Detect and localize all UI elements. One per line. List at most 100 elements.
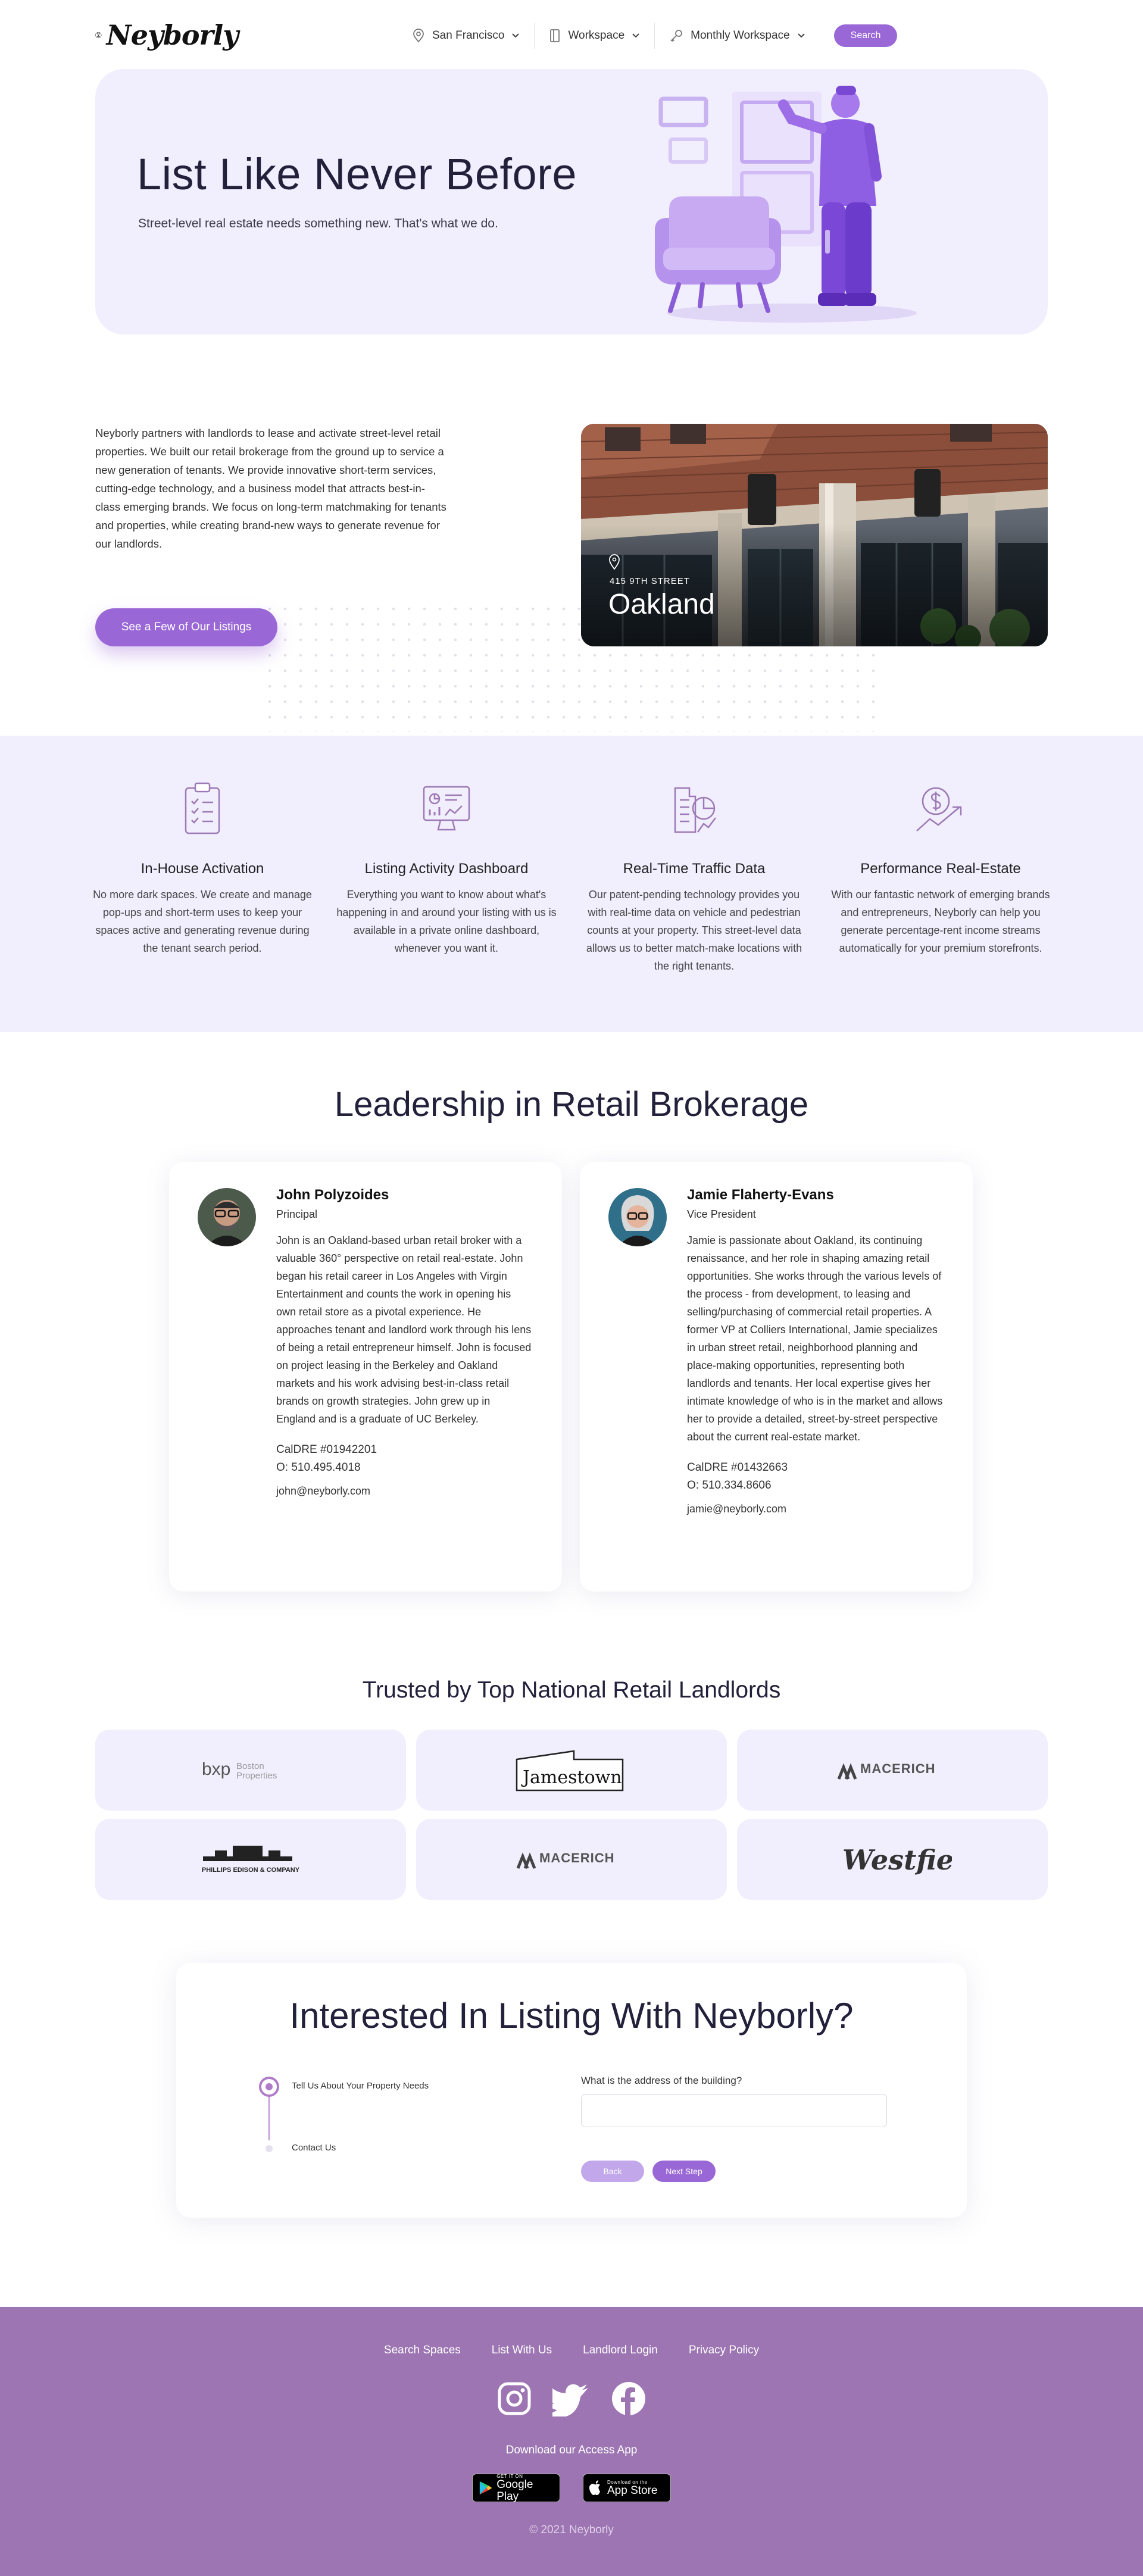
footer-link-privacy-policy[interactable]: Privacy Policy xyxy=(689,2344,759,2357)
team-card-john: John Polyzoides Principal John is an Oak… xyxy=(169,1162,562,1592)
macerich-logo: MACERICH xyxy=(516,1850,615,1869)
download-app-label: Download our Access App xyxy=(505,2444,638,2456)
neyborly-logo[interactable]: Neyborly xyxy=(95,13,239,57)
macerich-logo: MACERICH xyxy=(837,1761,936,1780)
person-name: Jamie Flaherty-Evans xyxy=(687,1187,834,1203)
svg-text:MACERICH: MACERICH xyxy=(539,1850,615,1865)
space-type-select[interactable]: Workspace xyxy=(534,23,654,49)
search-bar: San Francisco Workspace Monthly Workspac… xyxy=(398,23,898,49)
step-property-needs[interactable]: Tell Us About Your Property Needs xyxy=(292,2081,429,2091)
feature-title: Performance Real-Estate xyxy=(860,861,1021,877)
chevron-down-icon xyxy=(797,33,805,38)
step-contact-us[interactable]: Contact Us xyxy=(292,2143,336,2153)
app-store-badge[interactable]: Download on the App Store xyxy=(583,2474,671,2502)
see-listings-button[interactable]: See a Few of Our Listings xyxy=(95,608,277,646)
door-icon xyxy=(550,29,560,42)
leadership-title: Leadership in Retail Brokerage xyxy=(334,1085,809,1124)
phillips-edison-logo: PHILLIPS EDISON & COMPANY xyxy=(202,1846,300,1874)
feature-text: Our patent-pending technology provides y… xyxy=(586,889,802,972)
footer-link-search-spaces[interactable]: Search Spaces xyxy=(384,2344,461,2357)
building-address-input[interactable] xyxy=(581,2094,887,2127)
hero-illustration xyxy=(655,86,917,323)
form-title: Interested In Listing With Neyborly? xyxy=(289,1996,854,2036)
westfield-logo: Westfield xyxy=(842,1844,952,1876)
listing-inquiry-form: Interested In Listing With Neyborly? Tel… xyxy=(176,1963,967,2218)
key-icon xyxy=(670,30,683,42)
landlord-logo-phillips-edison: PHILLIPS EDISON & COMPANY xyxy=(95,1819,406,1900)
dollar-growth-icon xyxy=(916,787,962,831)
landlord-logo-jamestown: Jamestown xyxy=(416,1730,727,1811)
hero-subtitle: Street-level real estate needs something… xyxy=(138,217,498,230)
landlord-logo-bxp: bxp Boston Properties xyxy=(95,1730,406,1811)
stepper-track xyxy=(259,2077,279,2157)
apple-icon xyxy=(589,2480,600,2495)
feature-title: Real-Time Traffic Data xyxy=(623,861,766,877)
instagram-icon[interactable] xyxy=(496,2381,532,2416)
clipboard-checklist-icon xyxy=(185,782,220,834)
app-store-label: App Store xyxy=(607,2484,658,2497)
facebook-icon[interactable] xyxy=(611,2381,647,2416)
person-email[interactable]: john@neyborly.com xyxy=(276,1485,532,1498)
traffic-analytics-icon xyxy=(674,787,716,833)
copyright: © 2021 Neyborly xyxy=(529,2524,614,2536)
feature-title: Listing Activity Dashboard xyxy=(364,861,529,877)
landlord-logo-westfield: Westfield xyxy=(737,1819,1048,1900)
location-select[interactable]: San Francisco xyxy=(398,23,534,49)
trusted-title: Trusted by Top National Retail Landlords xyxy=(362,1677,781,1703)
person-name: John Polyzoides xyxy=(276,1187,389,1203)
person-email[interactable]: jamie@neyborly.com xyxy=(687,1503,943,1515)
svg-text:bxp: bxp xyxy=(202,1759,230,1779)
person-bio: Jamie is passionate about Oakland, its c… xyxy=(687,1234,943,1443)
landlord-logo-macerich-2: MACERICH xyxy=(416,1819,727,1900)
person-bio: John is an Oakland-based urban retail br… xyxy=(276,1234,532,1425)
twitter-icon[interactable] xyxy=(552,2381,591,2416)
google-play-icon xyxy=(479,2481,492,2495)
svg-text:PHILLIPS EDISON & COMPANY: PHILLIPS EDISON & COMPANY xyxy=(202,1867,300,1874)
next-step-button[interactable]: Next Step xyxy=(652,2161,716,2182)
term-value: Monthly Workspace xyxy=(691,29,790,42)
feature-listing-dashboard: Listing Activity Dashboard Everything yo… xyxy=(333,779,560,957)
bxp-logo: bxp Boston Properties xyxy=(202,1759,277,1781)
hero-title: List Like Never Before xyxy=(137,149,577,199)
app-store-badges: GET IT ON Google Play Download on the Ap… xyxy=(0,2474,1143,2502)
featured-listing-card[interactable]: 415 9TH STREET Oakland xyxy=(581,424,1048,646)
person-license: CalDRE #01432663 xyxy=(687,1461,788,1474)
back-button[interactable]: Back xyxy=(581,2161,644,2182)
google-play-badge[interactable]: GET IT ON Google Play xyxy=(472,2474,560,2502)
person-phone: O: 510.334.8606 xyxy=(687,1479,772,1492)
feature-in-house-activation: In-House Activation No more dark spaces.… xyxy=(89,779,316,957)
footer-link-landlord-login[interactable]: Landlord Login xyxy=(583,2344,658,2357)
social-links xyxy=(0,2381,1143,2416)
dashboard-monitor-icon xyxy=(423,786,470,831)
address-question-label: What is the address of the building? xyxy=(581,2075,742,2086)
form-stepper: Tell Us About Your Property Needs Contac… xyxy=(257,2075,471,2164)
feature-title: In-House Activation xyxy=(140,861,264,877)
svg-text:MACERICH: MACERICH xyxy=(860,1761,936,1776)
svg-text:Properties: Properties xyxy=(236,1771,277,1781)
hourglass-logo-icon xyxy=(95,32,102,39)
footer-link-list-with-us[interactable]: List With Us xyxy=(492,2344,552,2357)
avatar xyxy=(198,1188,256,1246)
site-footer: Search Spaces List With Us Landlord Logi… xyxy=(0,2307,1143,2576)
site-header: Neyborly San Francisco Workspace Monthly… xyxy=(0,0,1143,70)
person-license: CalDRE #01942201 xyxy=(276,1443,377,1456)
person-role: Principal xyxy=(276,1208,318,1220)
term-select[interactable]: Monthly Workspace xyxy=(654,23,820,49)
avatar xyxy=(608,1188,667,1246)
feature-text: Everything you want to know about what's… xyxy=(336,889,557,954)
feature-text: No more dark spaces. We create and manag… xyxy=(93,889,312,954)
person-details: Jamie Flaherty-Evans Vice President Jami… xyxy=(687,1187,943,1515)
footer-links: Search Spaces List With Us Landlord Logi… xyxy=(0,2344,1143,2357)
svg-text:Boston: Boston xyxy=(236,1761,264,1771)
person-role: Vice President xyxy=(687,1208,756,1220)
about-paragraph: Neyborly partners with landlords to leas… xyxy=(95,427,446,550)
search-button[interactable]: Search xyxy=(833,24,898,47)
hero-banner: List Like Never Before Street-level real… xyxy=(95,69,1048,334)
chevron-down-icon xyxy=(512,33,520,38)
landlord-logo-macerich: MACERICH xyxy=(737,1730,1048,1811)
google-play-label: Google Play xyxy=(496,2478,533,2503)
team-card-jamie: Jamie Flaherty-Evans Vice President Jami… xyxy=(580,1162,973,1592)
map-pin-icon xyxy=(413,29,424,43)
jamestown-logo: Jamestown xyxy=(516,1750,624,1792)
svg-text:Jamestown: Jamestown xyxy=(521,1767,622,1788)
